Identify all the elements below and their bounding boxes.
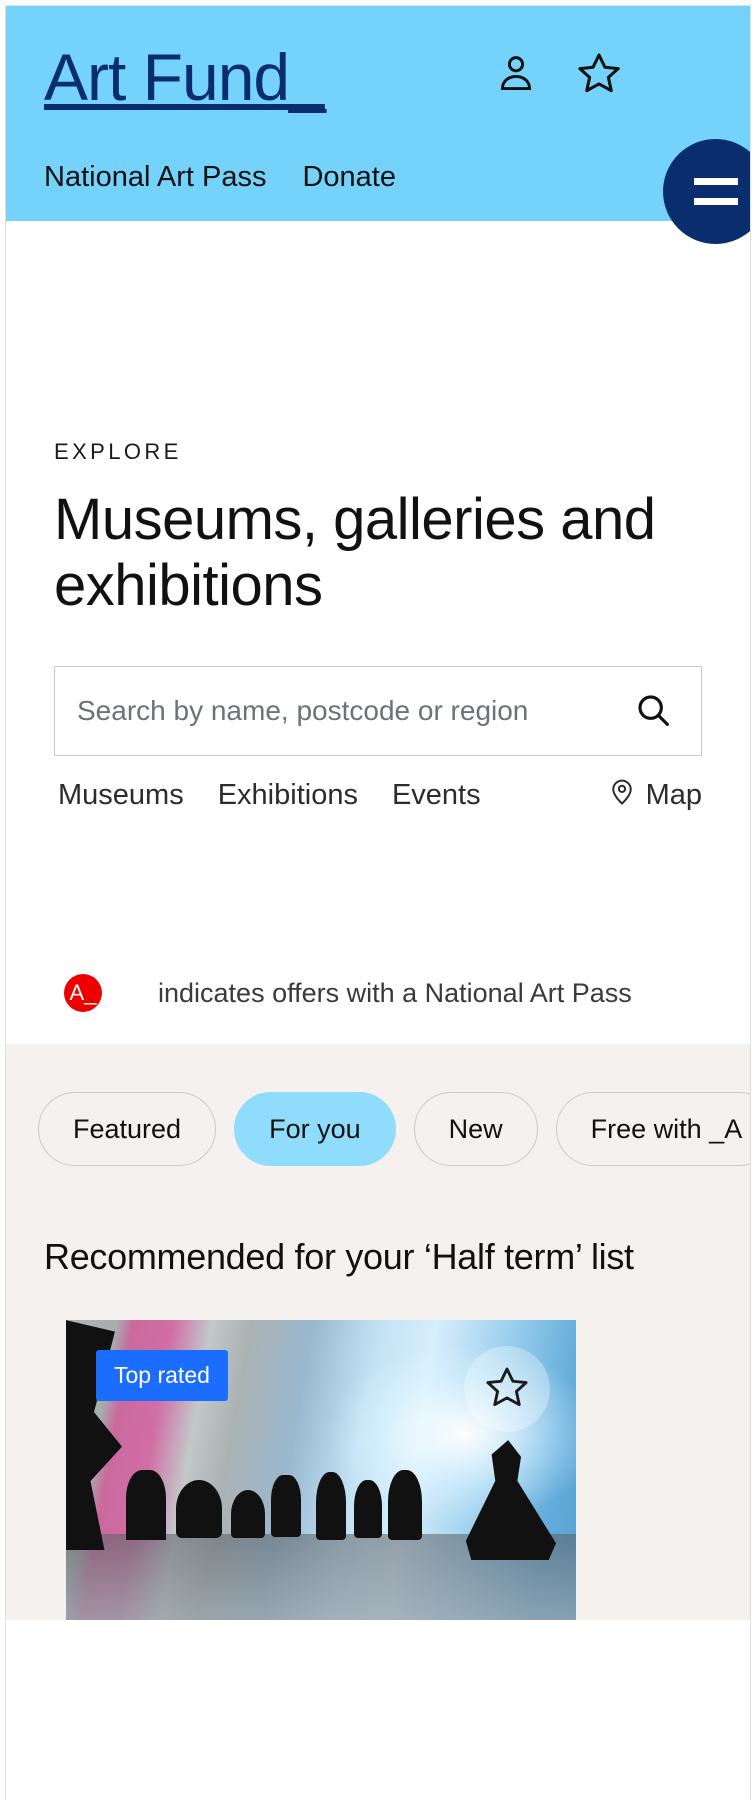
silhouette-shape <box>354 1480 382 1539</box>
hero-section: EXPLORE Museums, galleries and exhibitio… <box>6 221 750 1045</box>
national-art-pass-note-text: indicates offers with a National Art Pas… <box>158 977 632 1008</box>
site-header: Art Fund_ National Art Pass Donate <box>6 6 750 244</box>
tab-map[interactable]: Map <box>607 776 702 814</box>
filter-pill-for-you[interactable]: For you <box>234 1092 396 1167</box>
tab-events[interactable]: Events <box>392 779 481 812</box>
silhouette-shape <box>316 1472 346 1541</box>
listing-section: Featured For you New Free with _A C Reco… <box>6 1044 750 1621</box>
star-icon <box>484 1364 530 1415</box>
eyebrow-label: EXPLORE <box>54 439 182 464</box>
person-icon[interactable] <box>494 51 538 100</box>
search-button[interactable] <box>627 690 679 733</box>
header-nav-donate[interactable]: Donate <box>302 161 396 194</box>
silhouette-shape <box>231 1490 265 1539</box>
site-logo[interactable]: Art Fund_ <box>44 44 326 110</box>
section-title: Recommended for your ‘Half term’ list <box>44 1236 634 1278</box>
silhouette-shape <box>388 1470 422 1541</box>
silhouette-shape <box>271 1475 301 1538</box>
filter-pill-row[interactable]: Featured For you New Free with _A C <box>6 1092 750 1167</box>
header-nav: National Art Pass Donate <box>44 161 396 194</box>
page-title: Museums, galleries and exhibitions <box>54 487 656 618</box>
hamburger-bar-1 <box>693 178 738 185</box>
header-icon-group <box>494 50 622 101</box>
header-nav-national-art-pass[interactable]: National Art Pass <box>44 161 266 194</box>
filter-pill-featured[interactable]: Featured <box>38 1092 217 1167</box>
page-frame: Art Fund_ National Art Pass Donate EXPLO… <box>5 5 751 1800</box>
filter-pill-free-with-nap[interactable]: Free with _A <box>555 1092 750 1167</box>
status-badge-top-rated: Top rated <box>96 1350 228 1402</box>
national-art-pass-note: A_ indicates offers with a National Art … <box>54 974 702 1044</box>
search-icon <box>633 690 673 733</box>
search-bar[interactable] <box>54 666 702 757</box>
list-item[interactable]: Top rated <box>66 1320 576 1621</box>
star-icon[interactable] <box>576 50 622 101</box>
category-tabs: Museums Exhibitions Events Map <box>54 776 702 814</box>
silhouette-shape <box>176 1480 222 1539</box>
tab-map-label: Map <box>645 778 702 811</box>
status-badge: A_ <box>64 974 102 1013</box>
page-root: Art Fund_ National Art Pass Donate EXPLO… <box>0 0 756 1800</box>
map-pin-icon <box>607 776 637 814</box>
filter-pill-new[interactable]: New <box>413 1092 538 1167</box>
favourite-button[interactable] <box>464 1346 550 1433</box>
hamburger-bar-2 <box>693 198 738 205</box>
tab-museums[interactable]: Museums <box>58 779 184 812</box>
silhouette-shape <box>126 1470 166 1541</box>
tab-exhibitions[interactable]: Exhibitions <box>218 779 358 812</box>
search-input[interactable] <box>77 695 627 728</box>
